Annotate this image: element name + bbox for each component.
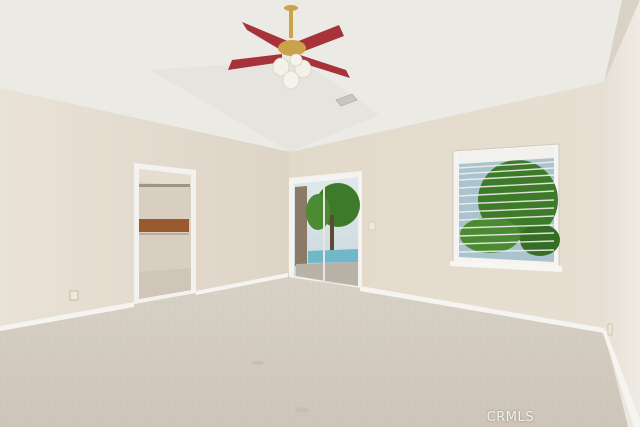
carpet-stain <box>295 407 309 413</box>
closet-wood-panel <box>139 219 189 232</box>
fan-motor <box>278 40 306 56</box>
fan-light-globe <box>289 53 303 67</box>
watermark: CRMLS <box>486 410 534 425</box>
pool-water <box>308 249 358 263</box>
carpet-stain <box>252 361 264 365</box>
tree-foliage <box>306 194 330 230</box>
closet-shelf <box>139 184 190 187</box>
empty-bedroom-photo: CRMLS <box>0 0 640 427</box>
light-switch-icon <box>368 221 376 231</box>
wall-outlet-icon <box>607 323 613 336</box>
tree-trunk <box>330 215 334 255</box>
room-illustration <box>0 0 640 427</box>
fan-light-globe <box>282 70 300 90</box>
outdoor-post <box>295 186 307 268</box>
wall-outlet-icon <box>69 290 79 301</box>
